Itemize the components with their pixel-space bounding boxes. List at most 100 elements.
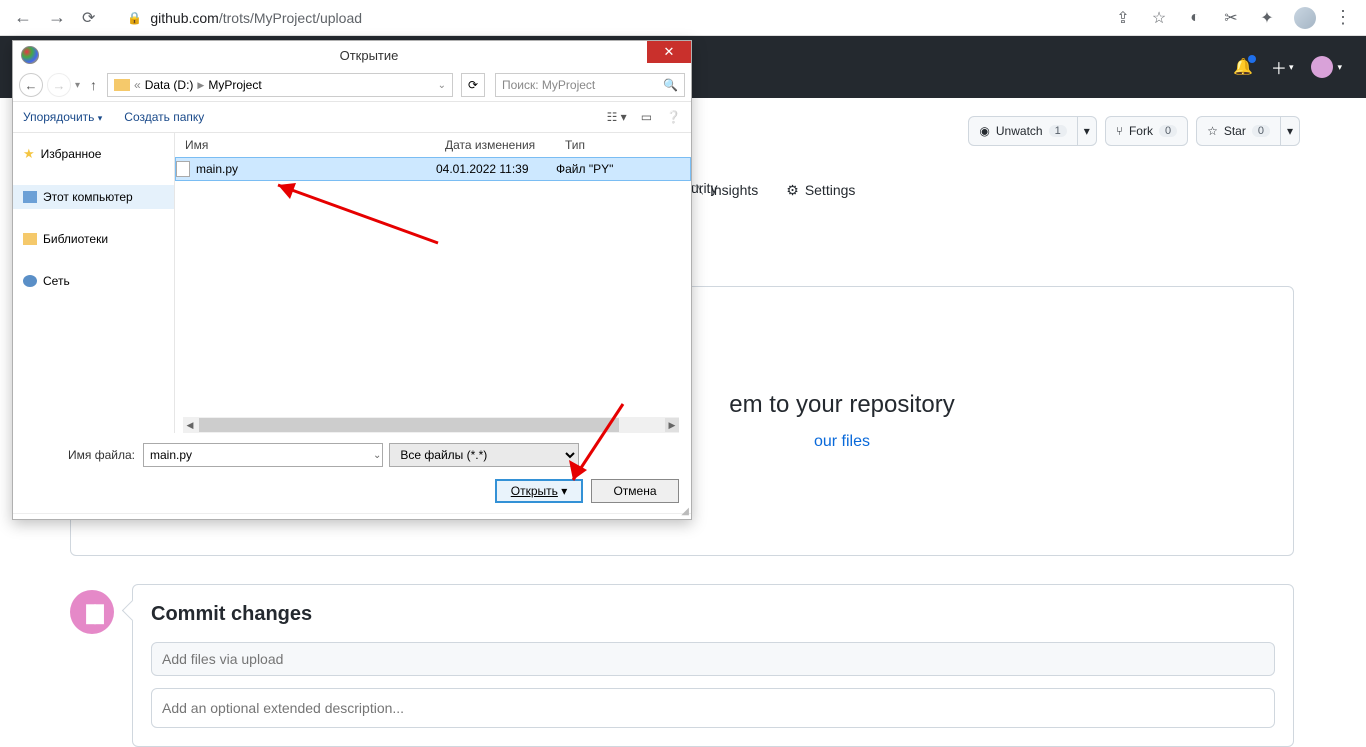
col-name[interactable]: Имя xyxy=(175,138,435,152)
chrome-menu-icon[interactable]: ⋮ xyxy=(1334,7,1352,28)
path-dropdown-icon[interactable]: ⌄ xyxy=(438,80,446,91)
address-bar[interactable]: 🔒 github.com/trots/MyProject/upload xyxy=(115,4,1090,32)
file-list: Имя Дата изменения Тип main.py 04.01.202… xyxy=(175,133,691,433)
drop-title-partial: em to your repository xyxy=(729,391,954,419)
repo-action-buttons: ◉ Unwatch 1 ▾ ⑂ Fork 0 ☆ Star 0 ▾ xyxy=(968,116,1300,146)
url-host: github.com xyxy=(150,10,218,26)
horizontal-scrollbar[interactable]: ◀ ▶ xyxy=(183,417,679,433)
new-folder-button[interactable]: Создать папку xyxy=(124,110,204,124)
dialog-titlebar: Открытие ✕ xyxy=(13,41,691,69)
dialog-sidebar: ★ Избранное Этот компьютер Библиотеки Сет… xyxy=(13,133,175,433)
chrome-app-icon xyxy=(21,46,39,64)
fork-label: Fork xyxy=(1129,124,1153,138)
file-icon xyxy=(176,161,190,177)
nav-back-button[interactable]: ← xyxy=(19,73,43,97)
profile-avatar[interactable] xyxy=(1294,7,1316,29)
reload-button[interactable]: ⟳ xyxy=(82,8,95,28)
filename-input[interactable] xyxy=(143,443,383,467)
libraries-icon xyxy=(23,233,37,245)
gear-icon: ⚙ xyxy=(786,182,799,199)
nav-forward-button[interactable]: → xyxy=(47,73,71,97)
notifications-icon[interactable]: 🔔 xyxy=(1233,57,1253,77)
open-button[interactable]: Открыть ▾ xyxy=(495,479,583,503)
search-box[interactable]: Поиск: MyProject 🔍 xyxy=(495,73,685,97)
sidebar-label: Сеть xyxy=(43,274,70,288)
sidebar-item-favorites[interactable]: ★ Избранное xyxy=(13,141,174,167)
user-menu[interactable]: ▾ xyxy=(1311,56,1342,78)
col-type[interactable]: Тип xyxy=(555,138,691,152)
recent-dropdown[interactable]: ▾ xyxy=(75,80,80,91)
url-path: /trots/MyProject/upload xyxy=(219,10,362,26)
column-headers[interactable]: Имя Дата изменения Тип xyxy=(175,133,691,157)
extension-icon-1[interactable]: ◐ xyxy=(1186,9,1204,27)
search-icon: 🔍 xyxy=(663,78,678,92)
commit-heading: Commit changes xyxy=(151,603,1275,626)
lock-icon: 🔒 xyxy=(127,11,142,25)
file-type: Файл "PY" xyxy=(556,162,690,176)
star-icon: ★ xyxy=(23,146,35,162)
nav-up-button[interactable]: ↑ xyxy=(90,77,97,93)
star-icon: ☆ xyxy=(1207,124,1218,138)
commit-panel: Commit changes xyxy=(132,584,1294,747)
help-button[interactable]: ❔ xyxy=(666,110,681,124)
sidebar-item-computer[interactable]: Этот компьютер xyxy=(13,185,174,209)
star-count: 0 xyxy=(1252,125,1270,137)
create-new-dropdown[interactable]: ＋▾ xyxy=(1271,55,1294,79)
dialog-title: Открытие xyxy=(47,48,691,63)
sidebar-label: Библиотеки xyxy=(43,232,108,246)
fork-count: 0 xyxy=(1159,125,1177,137)
commit-description-input[interactable] xyxy=(151,688,1275,728)
preview-pane-button[interactable]: ▭ xyxy=(641,110,652,124)
commit-author-avatar: ▮▮ xyxy=(70,590,114,634)
bookmark-icon[interactable]: ☆ xyxy=(1150,9,1168,27)
path-segment-drive[interactable]: Data (D:) xyxy=(145,78,194,92)
star-dropdown[interactable]: ▾ xyxy=(1281,116,1300,146)
unwatch-button[interactable]: ◉ Unwatch 1 xyxy=(968,116,1077,146)
graph-icon: 〽 xyxy=(690,180,704,200)
forward-button[interactable]: → xyxy=(48,7,66,28)
unwatch-label: Unwatch xyxy=(996,124,1043,138)
sidebar-label: Избранное xyxy=(41,147,102,161)
sidebar-item-network[interactable]: Сеть xyxy=(13,269,174,293)
computer-icon xyxy=(23,191,37,203)
file-date: 04.01.2022 11:39 xyxy=(436,162,556,176)
filename-label: Имя файла: xyxy=(25,448,135,462)
back-button[interactable]: ← xyxy=(14,7,32,28)
caret-down-icon: ▾ xyxy=(1337,62,1342,73)
file-name: main.py xyxy=(196,162,238,176)
star-label: Star xyxy=(1224,124,1246,138)
resize-grip-icon[interactable]: ◢ xyxy=(681,506,689,517)
sidebar-item-libraries[interactable]: Библиотеки xyxy=(13,227,174,251)
file-open-dialog: Открытие ✕ ← → ▾ ↑ « Data (D:) ▶ MyProje… xyxy=(12,40,692,520)
unwatch-count: 1 xyxy=(1049,125,1067,137)
network-icon xyxy=(23,275,37,287)
fork-button[interactable]: ⑂ Fork 0 xyxy=(1105,116,1188,146)
extension-icon-2[interactable]: ✂ xyxy=(1222,9,1240,27)
file-row-selected[interactable]: main.py 04.01.2022 11:39 Файл "PY" xyxy=(175,157,691,181)
choose-files-link-partial[interactable]: our files xyxy=(814,433,870,450)
share-icon[interactable]: ⇪ xyxy=(1114,9,1132,27)
commit-summary-input[interactable] xyxy=(151,642,1275,676)
star-button[interactable]: ☆ Star 0 xyxy=(1196,116,1281,146)
organize-menu[interactable]: Упорядочить ▾ xyxy=(23,110,102,124)
eye-icon: ◉ xyxy=(979,124,989,138)
refresh-button[interactable]: ⟳ xyxy=(461,73,485,97)
tab-settings[interactable]: ⚙ Settings xyxy=(786,180,855,200)
close-button[interactable]: ✕ xyxy=(647,41,691,63)
filename-dropdown-icon[interactable]: ⌄ xyxy=(373,450,381,461)
unwatch-dropdown[interactable]: ▾ xyxy=(1078,116,1097,146)
sidebar-label: Этот компьютер xyxy=(43,190,133,204)
extensions-icon[interactable]: ✦ xyxy=(1258,9,1276,27)
path-breadcrumb[interactable]: « Data (D:) ▶ MyProject ⌄ xyxy=(107,73,453,97)
user-avatar-icon xyxy=(1311,56,1333,78)
view-options-button[interactable]: ☷ ▾ xyxy=(607,110,627,124)
search-placeholder: Поиск: MyProject xyxy=(502,78,595,92)
cancel-button[interactable]: Отмена xyxy=(591,479,679,503)
path-segment-folder[interactable]: MyProject xyxy=(208,78,261,92)
tab-insights[interactable]: 〽Insights xyxy=(690,180,758,200)
folder-icon xyxy=(114,79,130,91)
scrollbar-thumb[interactable] xyxy=(199,418,619,432)
file-filter-select[interactable]: Все файлы (*.*) xyxy=(389,443,579,467)
col-date[interactable]: Дата изменения xyxy=(435,138,555,152)
tab-settings-label: Settings xyxy=(805,182,856,198)
